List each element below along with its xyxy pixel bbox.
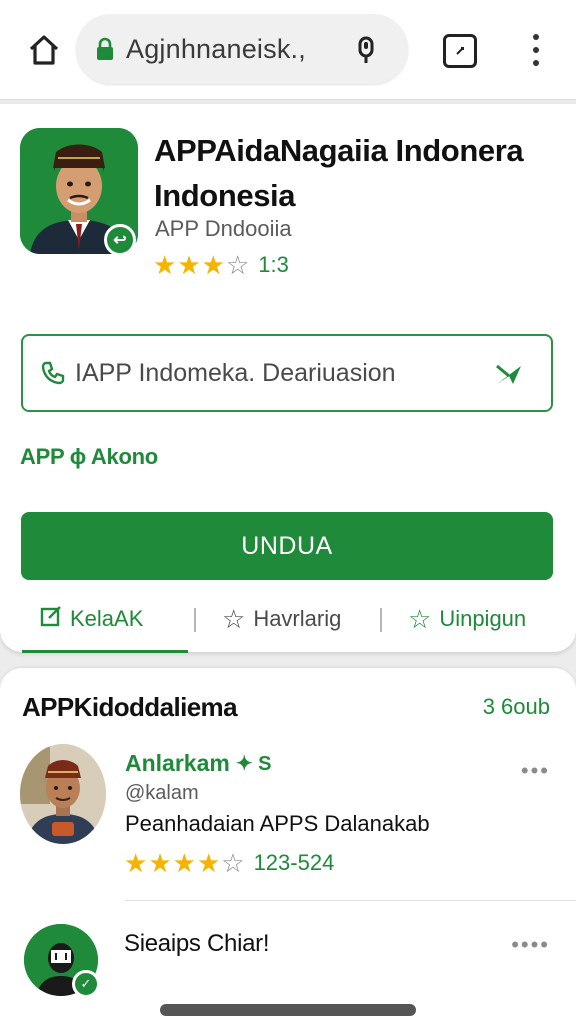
- tab-details-label: KelaAK: [70, 606, 144, 631]
- reviewer-name[interactable]: Sieaips Chiar!: [124, 930, 270, 958]
- verified-badge-icon: ✦ S: [235, 753, 272, 775]
- review-rating-value: 123-524: [253, 850, 335, 875]
- app-title-line2: Indonesia: [154, 178, 296, 213]
- send-icon[interactable]: [493, 358, 525, 390]
- review-text: Peanhadaian APPS Dalanakab: [125, 811, 430, 836]
- star-full-icon: ★: [196, 848, 221, 878]
- avatar[interactable]: [20, 744, 106, 844]
- more-options-icon[interactable]: •••: [521, 758, 550, 784]
- app-title-line1: APPAidaNagaiia Indonera: [154, 133, 524, 168]
- app-details-card: ↩ APPAidaNagaiia Indonera Indonesia APP …: [0, 104, 576, 653]
- reviewer-name-text: Anlarkam: [125, 750, 230, 776]
- install-button[interactable]: UNDUA: [21, 512, 553, 580]
- browser-toolbar: Agjnhnaneisk.,: [0, 0, 576, 100]
- star-full-icon: ★: [124, 848, 148, 878]
- address-bar[interactable]: Agjnhnaneisk.,: [76, 14, 408, 84]
- phone-icon: [39, 359, 67, 387]
- tab-switcher-icon[interactable]: [443, 34, 477, 68]
- star-full-icon: ★: [177, 250, 201, 280]
- star-empty-icon: ☆: [221, 848, 245, 878]
- reviews-card: APPKidoddaliema 3 6oub Anlarkam ✦ S @kal…: [0, 668, 576, 1024]
- check-badge-icon: ✓: [72, 970, 100, 998]
- star-outline-icon: ☆: [222, 603, 246, 634]
- more-options-icon[interactable]: ••••: [511, 932, 550, 958]
- tab-divider: [194, 608, 196, 632]
- home-icon[interactable]: [24, 30, 64, 70]
- app-tabs: KelaAK ☆ Havrlarig ☆ Uinpigun: [0, 594, 576, 650]
- star-outline-icon: ☆: [408, 603, 432, 634]
- divider: [125, 900, 576, 901]
- app-rating-value: 1:3: [258, 252, 289, 277]
- app-developer[interactable]: APP Dndooiia: [155, 216, 292, 242]
- app-rating: ★ ★ ★ ☆ 1:3: [153, 252, 289, 278]
- home-indicator[interactable]: [160, 1004, 416, 1016]
- overflow-menu-icon[interactable]: [528, 30, 544, 70]
- star-empty-icon: ☆: [225, 250, 250, 280]
- reviews-count[interactable]: 3 6oub: [483, 694, 550, 720]
- reviewer-handle: @kalam: [125, 782, 199, 804]
- edit-icon: [40, 605, 62, 633]
- active-tab-indicator: [22, 650, 188, 653]
- star-full-icon: ★: [201, 250, 225, 280]
- app-title: APPAidaNagaiia Indonera Indonesia: [154, 128, 554, 218]
- reviewer-name[interactable]: Anlarkam ✦ S: [125, 750, 271, 777]
- app-search-text: IAPP Indomeka. Deariuasion: [75, 358, 396, 387]
- star-full-icon: ★: [172, 848, 196, 878]
- mic-icon[interactable]: [354, 36, 378, 64]
- tab-ratings[interactable]: ☆ Havrlarig: [222, 594, 341, 644]
- account-label[interactable]: APP ɸ Akono: [20, 444, 158, 470]
- star-full-icon: ★: [148, 848, 172, 878]
- app-search-field[interactable]: IAPP Indomeka. Deariuasion: [21, 334, 553, 412]
- app-verified-badge-icon: ↩: [104, 224, 136, 256]
- review-rating: ★ ★ ★ ★ ☆ 123-524: [124, 850, 334, 876]
- tab-ratings-label: Havrlarig: [253, 606, 342, 631]
- tab-divider: [380, 608, 382, 632]
- lock-icon: [94, 36, 116, 62]
- star-full-icon: ★: [153, 250, 177, 280]
- tab-reviews[interactable]: ☆ Uinpigun: [408, 594, 526, 644]
- tab-reviews-label: Uinpigun: [439, 606, 527, 631]
- url-text: Agjnhnaneisk.,: [126, 33, 306, 64]
- tab-details[interactable]: KelaAK: [40, 594, 143, 644]
- reviews-title: APPKidoddaliema: [22, 692, 238, 722]
